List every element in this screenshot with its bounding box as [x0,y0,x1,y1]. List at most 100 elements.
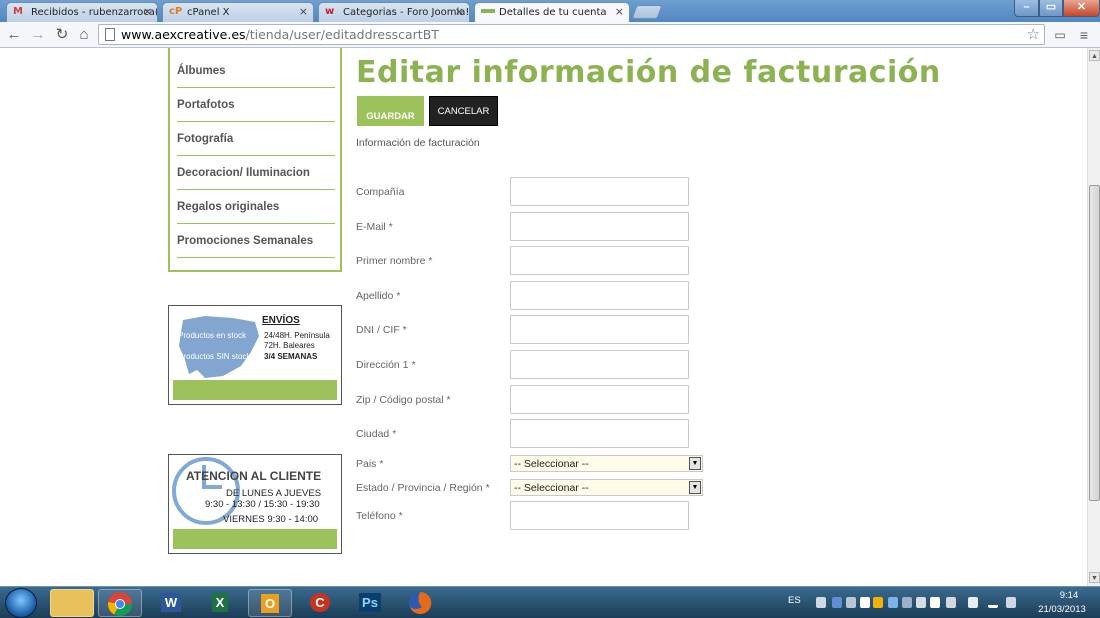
browser-toolbar: ← → ↻ ⌂ www.aexcreative.es/tienda/user/e… [0,22,1100,48]
forward-arrow-icon[interactable]: → [28,25,48,45]
ccleaner-icon[interactable]: C [298,589,342,617]
minimize-button[interactable]: – [1014,0,1039,17]
bluetooth-icon[interactable] [888,597,898,608]
menu-icon[interactable]: ≡ [1074,25,1094,45]
section-title: Información de facturación [356,137,480,149]
chevron-down-icon[interactable]: ▼ [689,457,701,470]
extension-icon[interactable]: ▭ [1050,25,1070,45]
gear-icon[interactable] [846,597,856,608]
close-icon[interactable]: × [615,5,624,18]
envios-banner[interactable]: ENVÍOS Productos en stock Productos SIN … [168,305,342,405]
zip-label: Zip / Código postal * [356,394,451,406]
menu-item[interactable]: Portafotos [177,88,335,122]
email-label: E-Mail * [356,221,393,233]
scroll-up-icon[interactable]: ▲ [1089,50,1100,61]
country-select-value: -- Seleccionar -- [514,458,589,470]
tab-gmail[interactable]: M Recibidos - rubenzarroca( × [6,2,158,22]
gmail-icon: M [13,6,23,17]
tray-app-icon[interactable] [873,597,883,608]
atencion-line1: DE LUNES A JUEVES [226,488,322,499]
city-field[interactable] [510,419,689,448]
url-path: /tienda/user/editaddresscartBT [245,27,439,42]
tab-label: Recibidos - rubenzarroca( [31,7,158,18]
flag-icon[interactable] [930,597,940,608]
clock-time[interactable]: 9:14 [1046,590,1092,601]
close-window-button[interactable]: ✕ [1063,0,1100,17]
atencion-line3: VIERNES 9:30 - 14:00 [223,514,319,525]
city-label: Ciudad * [356,428,397,440]
atencion-title: ATENCION AL CLIENTE [186,469,322,483]
last-name-field[interactable] [510,281,689,310]
atencion-banner[interactable]: ATENCION AL CLIENTE DE LUNES A JUEVES 9:… [168,454,342,554]
menu-item[interactable]: Decoracion/ Iluminacion [177,156,335,190]
close-icon[interactable]: × [143,5,152,18]
page-viewport: Álbumes Portafotos Fotografía Decoracion… [0,48,1087,586]
reload-icon[interactable]: ↻ [52,25,72,45]
new-tab-button[interactable] [631,5,663,19]
outlook-icon[interactable]: O [248,589,292,617]
maximize-button[interactable]: ▭ [1039,0,1063,17]
address-field[interactable] [510,350,689,379]
banner-bar [173,529,337,549]
signal-icon[interactable] [988,597,998,608]
home-icon[interactable]: ⌂ [74,25,94,45]
excel-icon[interactable]: X [198,589,242,617]
country-select[interactable]: -- Seleccionar -- ▼ [510,455,703,472]
shield-icon[interactable] [816,597,826,608]
atencion-line2: 9:30 - 13:30 / 15:30 - 19:30 [205,499,320,510]
tab-joomla[interactable]: w Categorias - Foro Joomla! × [318,2,470,22]
email-field[interactable] [510,212,689,241]
zip-field[interactable] [510,385,689,414]
save-button[interactable]: GUARDAR [357,96,424,126]
menu-item[interactable]: Promociones Semanales [177,224,335,258]
close-icon[interactable]: × [455,5,464,18]
country-label: Pais * [356,458,384,470]
tray-app-icon[interactable] [902,597,912,608]
state-label: Estado / Provincia / Región * [356,482,490,494]
first-name-field[interactable] [510,246,689,275]
close-icon[interactable]: × [299,5,308,18]
phone-label: Teléfono * [356,510,403,522]
phone-field[interactable] [510,501,689,530]
windows-taskbar: W X O C Ps ES 9:14 21/03/2013 [0,586,1100,618]
clock-hand [202,485,222,489]
dni-field[interactable] [510,315,689,344]
cancel-button[interactable]: CANCELAR [429,96,498,126]
cpanel-icon: cP [169,6,183,17]
tab-label: Categorias - Foro Joomla! [343,7,470,18]
envios-line3: 3/4 SEMANAS [264,352,318,361]
envios-title: ENVÍOS [262,315,300,326]
firefox-icon[interactable] [398,589,442,617]
chrome-icon[interactable] [98,589,142,617]
clock-date[interactable]: 21/03/2013 [1032,604,1092,615]
menu-item[interactable]: Regalos originales [177,190,335,224]
photoshop-icon[interactable]: Ps [348,589,392,617]
tab-detalles[interactable]: Detalles de tu cuenta × [474,2,630,23]
chevron-down-icon[interactable]: ▼ [689,481,701,494]
tray-app-icon[interactable] [916,597,926,608]
battery-icon[interactable] [968,597,978,608]
explorer-icon[interactable] [50,589,94,617]
back-arrow-icon[interactable]: ← [4,25,24,45]
category-menu: Álbumes Portafotos Fotografía Decoracion… [168,48,342,272]
vertical-scrollbar[interactable]: ▲ ▼ [1087,48,1100,586]
bookmark-star-icon[interactable]: ☆ [1027,25,1040,44]
menu-item[interactable]: Fotografía [177,122,335,156]
word-icon[interactable]: W [149,589,193,617]
network-icon[interactable] [832,597,842,608]
language-indicator[interactable]: ES [788,595,801,606]
tab-cpanel[interactable]: cP cPanel X × [162,2,314,22]
start-button[interactable] [5,588,37,618]
page-icon [105,28,115,41]
banner-bar [173,380,337,400]
tray-app-icon[interactable] [946,597,956,608]
scroll-thumb[interactable] [1089,185,1100,501]
state-select[interactable]: -- Seleccionar -- ▼ [510,479,703,496]
volume-icon[interactable] [1006,597,1016,608]
address-bar[interactable]: www.aexcreative.es/tienda/user/editaddre… [98,24,1045,45]
company-field[interactable] [510,177,689,206]
url-domain: www.aexcreative.es [121,27,246,42]
scroll-down-icon[interactable]: ▼ [1089,572,1100,583]
menu-item[interactable]: Álbumes [177,54,335,88]
tray-app-icon[interactable] [860,597,870,608]
